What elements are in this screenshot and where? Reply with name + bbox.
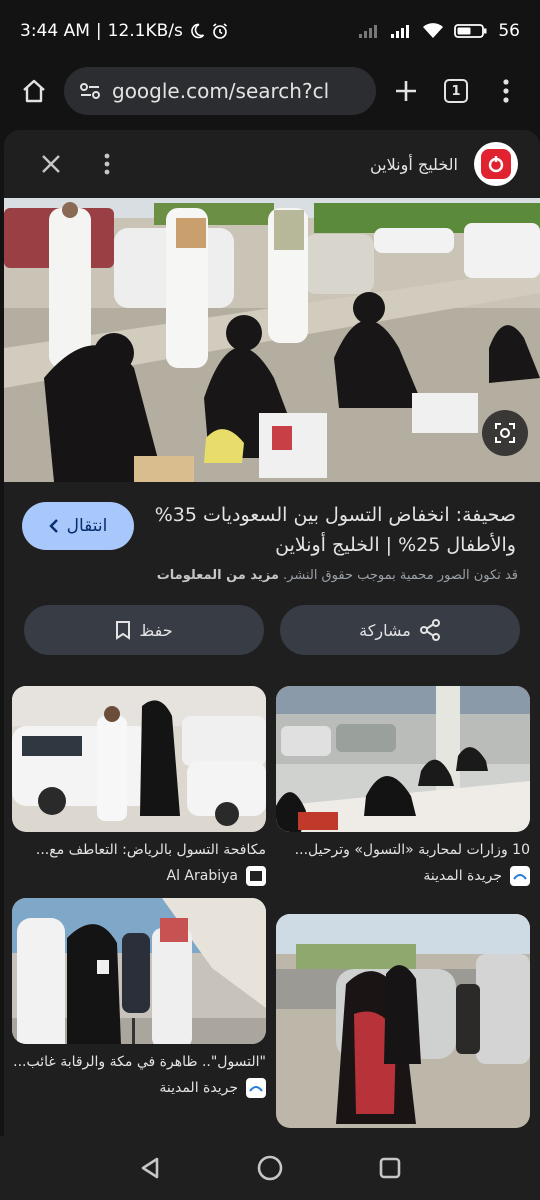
- source-favicon: [246, 866, 266, 886]
- related-source: جريدة المدينة: [12, 1078, 266, 1098]
- battery-icon: [454, 23, 488, 39]
- tab-switcher-button[interactable]: 1: [436, 71, 476, 111]
- related-image: [276, 686, 530, 832]
- status-time: 3:44 AM: [20, 21, 90, 41]
- related-card[interactable]: 10 وزارات لمحاربة «التسول» وترحيل... جري…: [276, 686, 530, 886]
- source-info[interactable]: الخليج أونلاين: [124, 142, 518, 186]
- source-favicon: [246, 1078, 266, 1098]
- related-card[interactable]: مكافحة التسول بالرياض: التعاطف مع... Al …: [12, 686, 266, 886]
- save-label: حفظ: [139, 620, 173, 640]
- share-icon: [419, 619, 440, 641]
- battery-percent: 56: [498, 21, 520, 41]
- moon-icon: [189, 23, 205, 39]
- recents-button[interactable]: [370, 1148, 410, 1188]
- panel-header: الخليج أونلاين: [4, 130, 540, 198]
- result-title-wrap: صحيفة: انخفاض التسول بين السعوديات 35% و…: [148, 500, 516, 560]
- visit-label: انتقال: [66, 516, 108, 536]
- copyright-text: قد تكون الصور محمية بموجب حقوق النشر.: [283, 568, 518, 583]
- action-row: حفظ مشاركة: [4, 605, 540, 655]
- alarm-icon: [211, 22, 229, 40]
- result-title: صحيفة: انخفاض التسول بين السعوديات 35% و…: [154, 504, 516, 556]
- related-source: جريدة المدينة: [276, 866, 530, 886]
- wifi-icon: [422, 23, 444, 39]
- learn-more-link[interactable]: مزيد من المعلومات: [157, 568, 279, 583]
- system-nav-bar: [0, 1136, 540, 1200]
- related-card[interactable]: "التسول".. ظاهرة في مكة والرقابة غائب...…: [12, 898, 266, 1098]
- browser-toolbar: google.com/search?cl 1: [0, 62, 540, 120]
- status-bar: 3:44 AM | 12.1KB/s 56: [0, 0, 540, 62]
- back-button[interactable]: [130, 1148, 170, 1188]
- related-image: [276, 914, 530, 1128]
- more-vert-icon: [104, 153, 110, 175]
- related-title: مكافحة التسول بالرياض: التعاطف مع...: [35, 842, 266, 858]
- related-source: Al Arabiya: [12, 866, 266, 886]
- result-info: انتقال صحيفة: انخفاض التسول بين السعوديا…: [4, 500, 540, 560]
- source-favicon: [510, 866, 530, 886]
- visit-button[interactable]: انتقال: [22, 502, 134, 550]
- share-button[interactable]: مشاركة: [280, 605, 520, 655]
- main-image[interactable]: [4, 198, 540, 482]
- browser-menu-button[interactable]: [486, 71, 526, 111]
- close-icon: [42, 155, 60, 173]
- status-net-speed: 12.1KB/s: [107, 21, 183, 41]
- save-button[interactable]: حفظ: [24, 605, 264, 655]
- related-image: [12, 686, 266, 832]
- main-photo: [4, 198, 540, 482]
- home-button[interactable]: [14, 71, 54, 111]
- copyright-notice: قد تكون الصور محمية بموجب حقوق النشر. مز…: [4, 568, 540, 583]
- plus-icon: [396, 81, 416, 101]
- source-logo: [474, 142, 518, 186]
- home-nav-button[interactable]: [250, 1148, 290, 1188]
- back-triangle-icon: [141, 1157, 159, 1179]
- source-name: الخليج أونلاين: [370, 154, 458, 174]
- omnibox[interactable]: google.com/search?cl: [64, 67, 376, 115]
- related-source-name: جريدة المدينة: [423, 868, 502, 884]
- status-separator: |: [95, 21, 102, 41]
- bookmark-icon: [116, 621, 131, 640]
- share-label: مشاركة: [359, 620, 411, 640]
- related-image: [12, 898, 266, 1044]
- new-tab-button[interactable]: [386, 71, 426, 111]
- site-settings-icon[interactable]: [78, 79, 102, 103]
- url-text: google.com/search?cl: [112, 79, 330, 103]
- source-logo-mark: [481, 149, 511, 179]
- related-card[interactable]: [276, 914, 530, 1128]
- status-right: 56: [358, 21, 520, 41]
- related-title: "التسول".. ظاهرة في مكة والرقابة غائب...: [13, 1054, 266, 1070]
- chevron-left-icon: [48, 519, 58, 533]
- close-button[interactable]: [34, 147, 68, 181]
- tab-count: 1: [444, 79, 468, 103]
- recents-square-icon: [379, 1157, 401, 1179]
- status-left: 3:44 AM | 12.1KB/s: [20, 21, 358, 41]
- lens-search-button[interactable]: [482, 410, 528, 456]
- related-source-name: جريدة المدينة: [159, 1080, 238, 1096]
- related-source-name: Al Arabiya: [166, 868, 238, 884]
- lens-icon: [495, 423, 515, 443]
- home-circle-icon: [257, 1155, 283, 1181]
- home-icon: [23, 79, 45, 103]
- no-signal-icon: [358, 23, 380, 39]
- signal-icon: [390, 23, 412, 39]
- image-viewer-panel: الخليج أونلاين انتقال صحيفة: انخفاض التس…: [4, 130, 540, 1200]
- more-vert-icon: [503, 79, 509, 103]
- panel-more-button[interactable]: [90, 147, 124, 181]
- related-title: 10 وزارات لمحاربة «التسول» وترحيل...: [294, 842, 530, 858]
